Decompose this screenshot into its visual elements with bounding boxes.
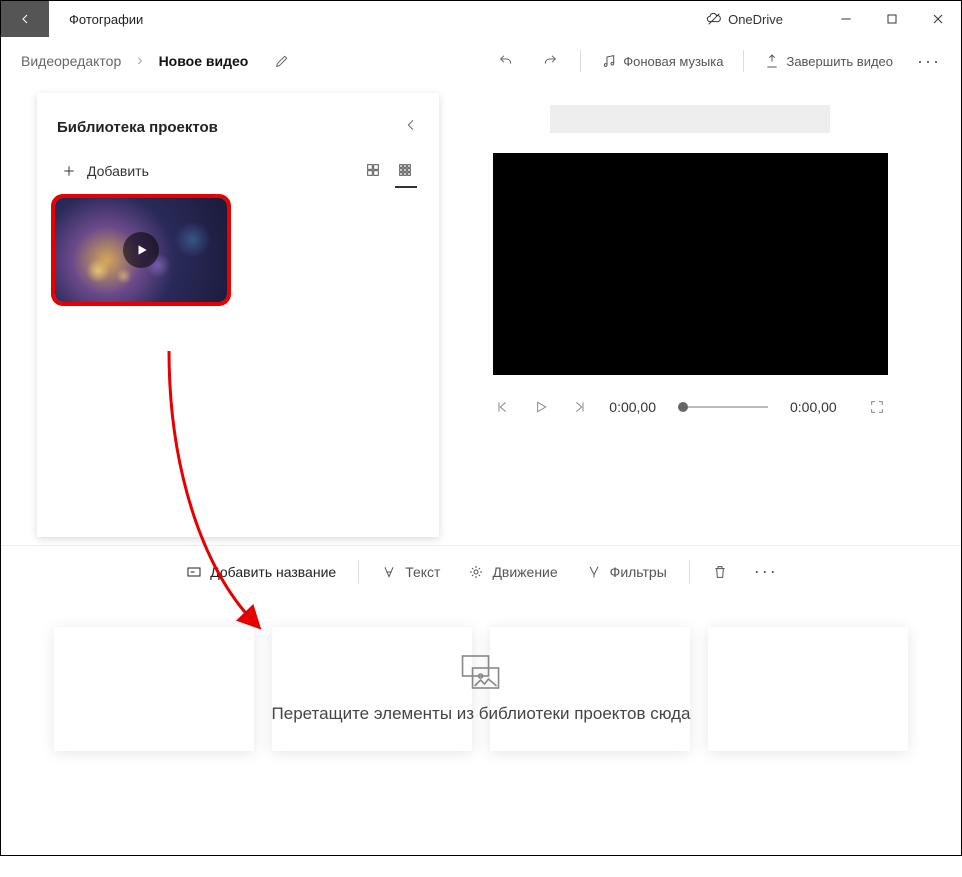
storyboard-slot[interactable] [490,627,690,751]
motion-label: Движение [492,564,557,580]
storyboard-slot[interactable] [54,627,254,751]
undo-icon [498,53,514,69]
window-controls [823,1,961,37]
finish-video-button[interactable]: Завершить видео [754,47,903,75]
minimize-button[interactable] [823,1,869,37]
time-current: 0:00,00 [609,399,656,415]
close-icon [930,11,946,27]
add-title-card-button[interactable]: Добавить название [174,558,348,586]
filters-icon [586,564,602,580]
export-icon [764,53,780,69]
view-small-button[interactable] [397,162,415,180]
play-icon [533,399,549,415]
player-controls: 0:00,00 0:00,00 [469,399,911,415]
app-title: Фотографии [69,12,143,27]
rename-button[interactable] [262,41,302,81]
more-icon: ··· [917,51,941,71]
arrow-left-icon [17,11,33,27]
motion-icon [468,564,484,580]
text-icon [381,564,397,580]
music-icon [601,53,617,69]
text-label: Текст [405,564,440,580]
add-button[interactable]: Добавить [61,163,149,179]
maximize-button[interactable] [869,1,915,37]
finish-video-label: Завершить видео [786,54,893,69]
step-forward-icon [571,399,587,415]
maximize-icon [884,11,900,27]
back-button[interactable] [1,1,49,37]
minimize-icon [838,11,854,27]
video-title-placeholder[interactable] [550,105,830,133]
redo-icon [542,53,558,69]
more-icon: ··· [754,561,778,581]
undo-button[interactable] [486,41,526,81]
add-title-label: Добавить название [210,564,336,580]
fullscreen-icon [869,399,885,415]
breadcrumb-editor[interactable]: Видеоредактор [11,47,131,75]
separator [358,561,359,583]
video-preview[interactable] [493,153,888,375]
prev-frame-button[interactable] [495,399,511,415]
plus-icon [61,163,77,179]
pencil-icon [274,53,290,69]
library-panel: Библиотека проектов Добавить [37,93,439,537]
text-button[interactable]: Текст [369,558,452,586]
separator [743,50,744,72]
collapse-library-button[interactable] [403,117,419,138]
view-large-button[interactable] [365,162,383,180]
filters-label: Фильтры [610,564,667,580]
play-overlay [123,232,159,268]
add-label: Добавить [87,163,149,179]
chevron-left-icon [403,117,419,133]
storyboard: Перетащите элементы из библиотеки проект… [1,627,961,877]
filters-button[interactable]: Фильтры [574,558,679,586]
chevron-right-icon: › [137,52,142,70]
delete-button[interactable] [700,558,740,586]
onedrive-label: OneDrive [728,12,783,27]
separator [580,50,581,72]
fullscreen-button[interactable] [869,399,885,415]
top-toolbar: Видеоредактор › Новое видео Фоновая музы… [1,37,961,85]
titlebar: Фотографии OneDrive [1,1,961,37]
preview-area: 0:00,00 0:00,00 [439,85,961,545]
library-title: Библиотека проектов [57,119,218,136]
grid-large-icon [365,162,381,178]
onedrive-button[interactable]: OneDrive [706,11,783,27]
breadcrumb-current[interactable]: Новое видео [149,47,259,75]
storyboard-slot[interactable] [708,627,908,751]
separator [689,561,690,583]
library-item[interactable] [51,194,231,306]
background-music-button[interactable]: Фоновая музыка [591,47,733,75]
redo-button[interactable] [530,41,570,81]
storyboard-drop-row[interactable]: Перетащите элементы из библиотеки проект… [1,627,961,751]
background-music-label: Фоновая музыка [623,54,723,69]
storyboard-toolbar: Добавить название Текст Движение Фильтры… [1,545,961,597]
grid-small-icon [397,162,413,178]
timeline-slider[interactable] [678,406,768,408]
storyboard-more-button[interactable]: ··· [744,561,788,582]
title-card-icon [186,564,202,580]
motion-button[interactable]: Движение [456,558,569,586]
play-button[interactable] [533,399,549,415]
main-area: Библиотека проектов Добавить [1,85,961,545]
close-button[interactable] [915,1,961,37]
trash-icon [712,564,728,580]
cloud-icon [706,11,722,27]
storyboard-slot[interactable] [272,627,472,751]
play-icon [135,243,149,257]
next-frame-button[interactable] [571,399,587,415]
time-total: 0:00,00 [790,399,837,415]
step-back-icon [495,399,511,415]
more-button[interactable]: ··· [907,51,951,72]
